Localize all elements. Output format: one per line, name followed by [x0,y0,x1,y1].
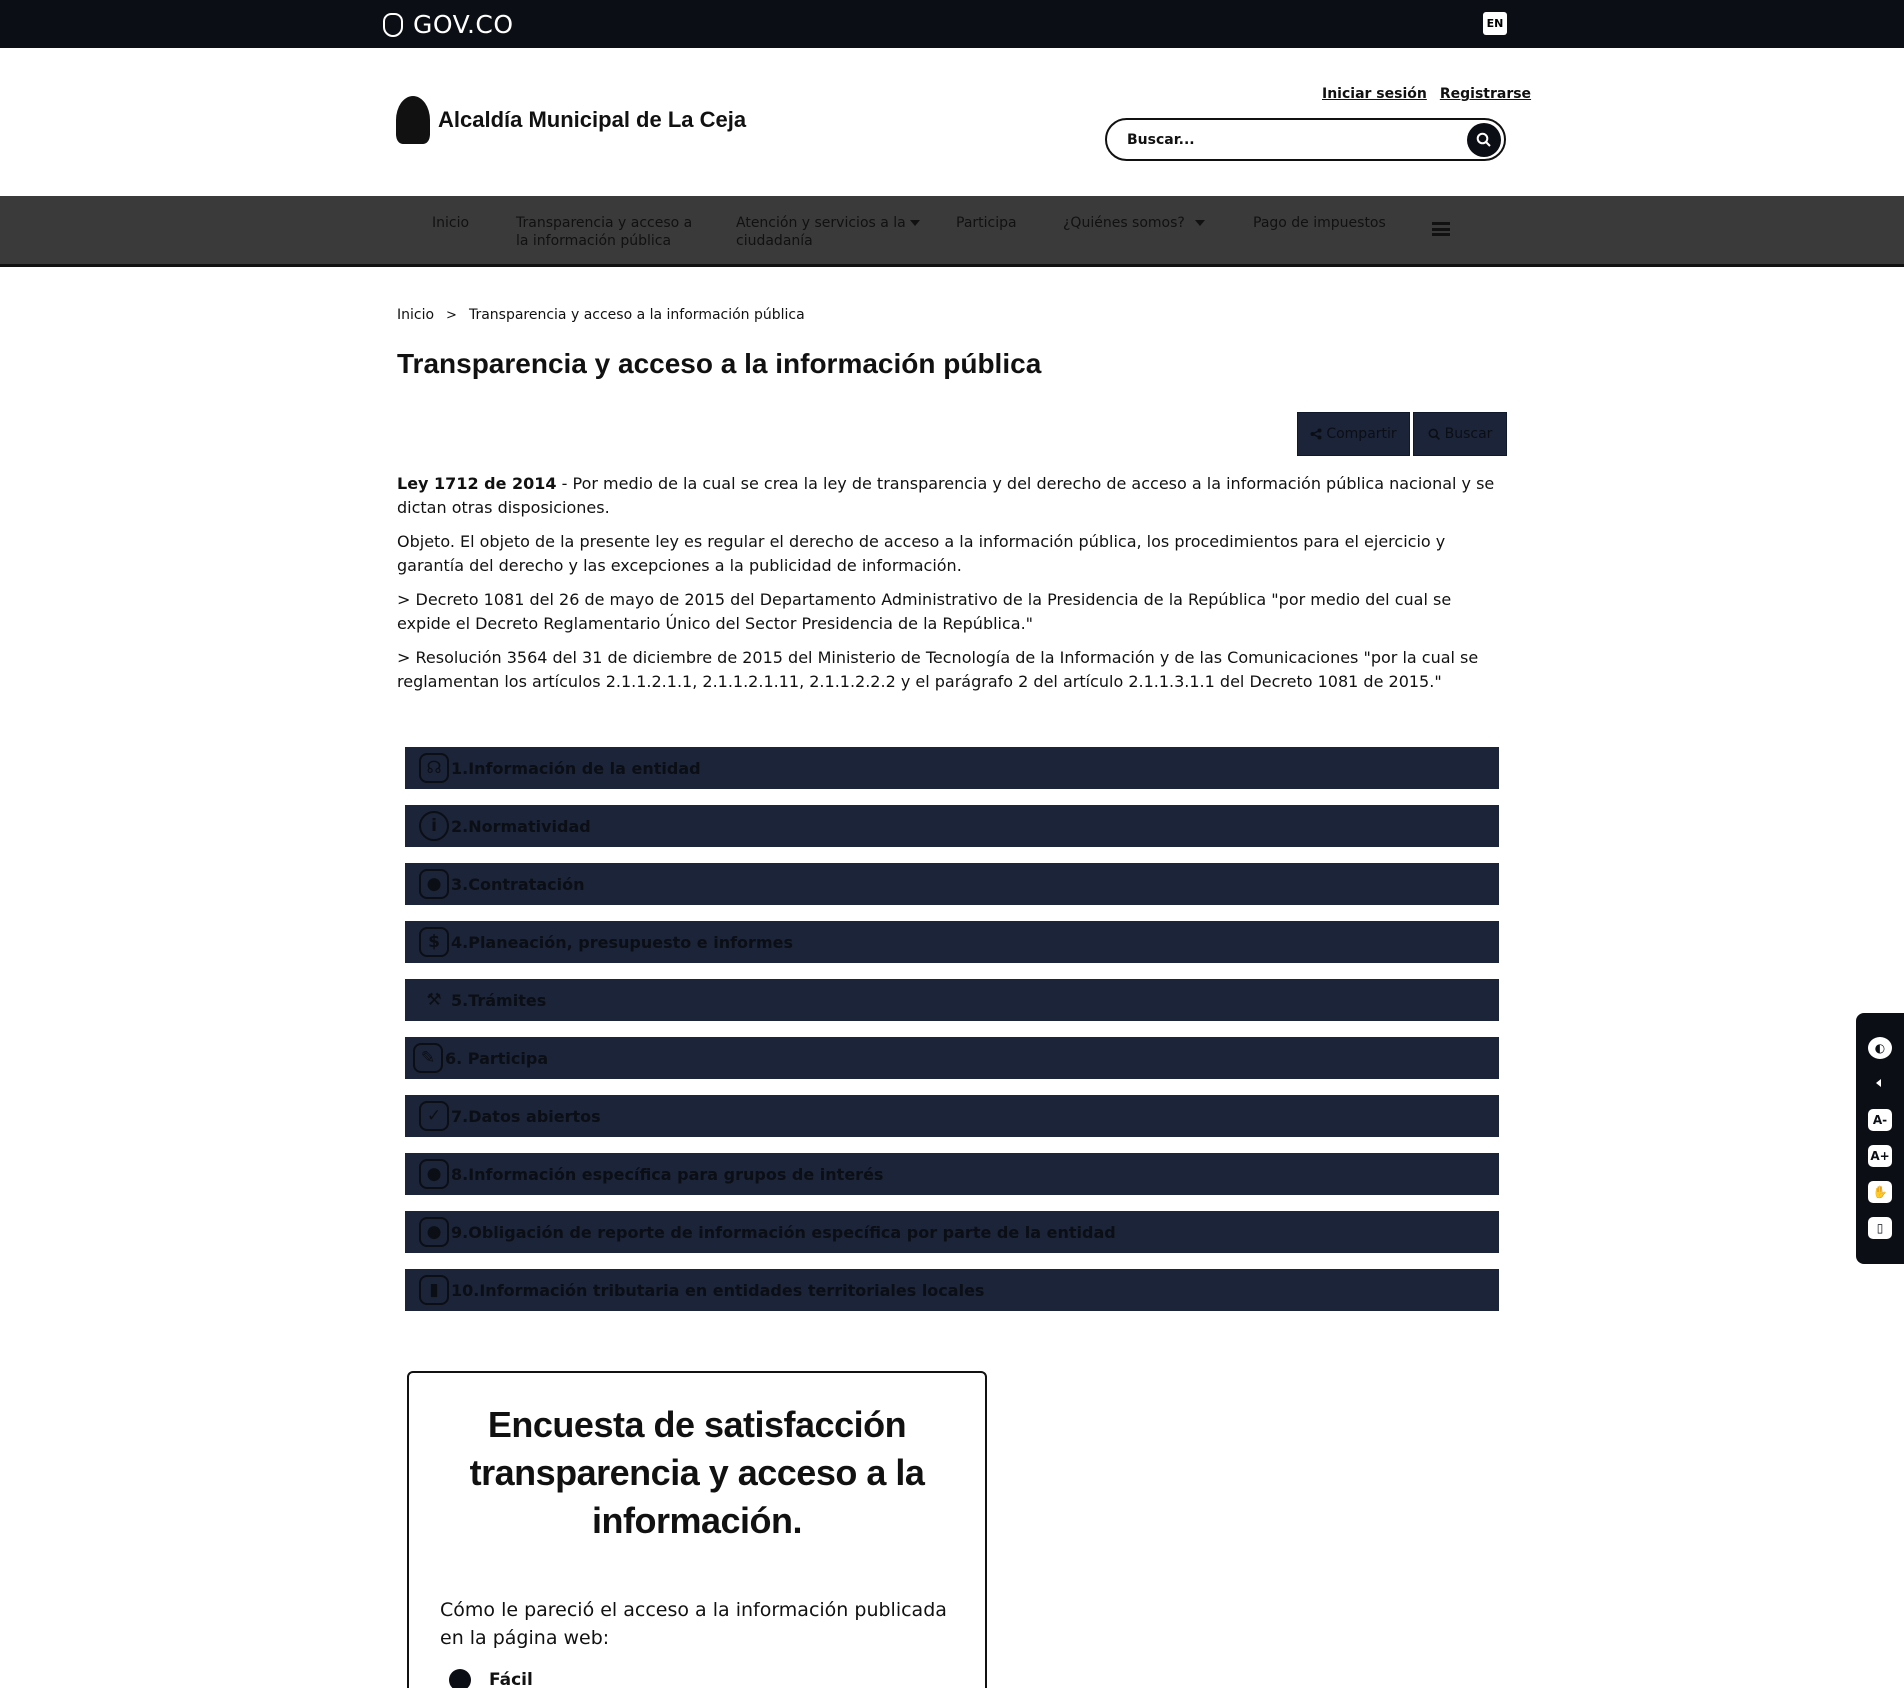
nav-item-transparencia[interactable]: Transparencia y acceso a la información … [516,214,696,250]
gavel-icon: ⚒ [426,990,442,1010]
nav-label: Inicio [432,215,470,231]
accordion-label: 10.Información tributaria en entidades t… [451,1280,985,1300]
nav-label: Pago de impuestos [1253,215,1386,231]
user-icon: ● [419,869,449,899]
relevo-icon[interactable]: ▯ [1868,1217,1892,1239]
decree-paragraph[interactable]: > Decreto 1081 del 26 de mayo de 2015 de… [397,588,1507,636]
govco-label: GOV.CO [413,10,514,39]
accordion-item[interactable]: ✓ 7.Datos abiertos [405,1095,1499,1137]
accordion-label: 6. Participa [445,1048,549,1068]
survey-option-facil[interactable]: Fácil [449,1669,533,1688]
headset-icon: ☊ [419,753,449,783]
site-header: Alcaldía Municipal de La Ceja Iniciar se… [0,48,1904,196]
share-icon [1310,428,1322,440]
auth-links: Iniciar sesión Registrarse [1322,86,1531,102]
accordion-label: 8.Información específica para grupos de … [451,1164,884,1184]
accordion-item[interactable]: ☊ 1.Información de la entidad [405,747,1499,789]
user-icon: ● [419,1159,449,1189]
search-icon [1428,428,1440,440]
page-search-label: Buscar [1444,426,1493,442]
document-icon: ▮ [419,1275,449,1305]
nav-item-quienes-somos[interactable]: ¿Quiénes somos? [1063,214,1205,232]
nav-label: Participa [956,215,1017,231]
breadcrumb-home[interactable]: Inicio [397,307,434,323]
resolution-paragraph[interactable]: > Resolución 3564 del 31 de diciembre de… [397,646,1507,694]
chevron-right-icon: > [446,307,457,323]
nav-label: Transparencia y acceso a la información … [516,215,693,249]
search-input[interactable] [1127,128,1457,152]
page-title: Transparencia y acceso a la información … [397,348,1042,379]
accessibility-toolbar: ◐ A- A+ ✋ ▯ [1856,1013,1904,1264]
page-search-button[interactable]: Buscar [1413,412,1507,456]
govco-logo[interactable]: GOV.CO [383,10,514,39]
accordion-label: 5.Trámites [451,990,547,1010]
nav-label: ¿Quiénes somos? [1063,215,1185,231]
nav-item-inicio[interactable]: Inicio [432,214,469,232]
accordion-item[interactable]: $ 4.Planeación, presupuesto e informes [405,921,1499,963]
accordion-label: 7.Datos abiertos [451,1106,601,1126]
language-toggle-button[interactable]: EN [1483,12,1507,35]
radio-button[interactable] [449,1669,471,1688]
pencil-icon: ✎ [413,1043,443,1073]
accordion-label: 4.Planeación, presupuesto e informes [451,932,793,952]
dollar-icon: $ [419,927,449,957]
search-button[interactable] [1467,123,1501,157]
user-icon: ● [419,1217,449,1247]
decrease-font-icon[interactable]: A- [1868,1109,1892,1131]
login-link[interactable]: Iniciar sesión [1322,86,1427,102]
colombia-crest-icon [383,12,403,37]
objective-paragraph: Objeto. El objeto de la presente ley es … [397,532,1446,575]
menu-icon[interactable] [1432,222,1450,236]
accordion-item[interactable]: ✎ 6. Participa [405,1037,1499,1079]
share-label: Compartir [1326,426,1397,442]
site-search [1105,118,1506,161]
gov-bar: GOV.CO EN [0,0,1904,48]
sign-language-icon[interactable]: ✋ [1868,1181,1892,1203]
contrast-icon[interactable]: ◐ [1868,1037,1892,1059]
accordion-item[interactable]: ● 9.Obligación de reporte de información… [405,1211,1499,1253]
survey-title: Encuesta de satisfacción transparencia y… [469,1404,925,1541]
survey-question: Cómo le pareció el acceso a la informaci… [440,1599,947,1649]
accordion-item[interactable]: ● 8.Información específica para grupos d… [405,1153,1499,1195]
nav-item-pago-impuestos[interactable]: Pago de impuestos [1253,214,1386,232]
law-title[interactable]: Ley 1712 de 2014 [397,474,557,493]
check-icon: ✓ [419,1101,449,1131]
site-logo[interactable]: Alcaldía Municipal de La Ceja [396,96,746,144]
main-nav: Inicio Transparencia y acceso a la infor… [0,196,1904,267]
register-link[interactable]: Registrarse [1440,86,1531,102]
accordion-item[interactable]: i 2.Normatividad [405,805,1499,847]
nav-item-participa[interactable]: Participa [956,214,1017,232]
collapse-arrow-icon[interactable] [1876,1079,1881,1087]
search-icon [1476,132,1491,147]
breadcrumb: Inicio > Transparencia y acceso a la inf… [397,307,805,323]
chevron-down-icon [1194,220,1205,226]
law-text: - Por medio de la cual se crea la ley de… [397,474,1495,517]
chevron-down-icon [910,220,920,226]
law-paragraph: Ley 1712 de 2014 - Por medio de la cual … [397,472,1507,520]
accordion-label: 3.Contratación [451,874,585,894]
accordion-label: 9.Obligación de reporte de información e… [451,1222,1116,1242]
site-name: Alcaldía Municipal de La Ceja [438,107,747,132]
survey-option-label: Fácil [489,1670,533,1688]
accordion-item[interactable]: ● 3.Contratación [405,863,1499,905]
nav-label: Atención y servicios a la ciudadanía [736,215,906,249]
accordion-label: 1.Información de la entidad [451,758,701,778]
info-icon: i [419,811,449,841]
breadcrumb-current: Transparencia y acceso a la información … [468,307,805,323]
accordion-label: 2.Normatividad [451,816,591,836]
increase-font-icon[interactable]: A+ [1868,1145,1892,1167]
intro-text: Ley 1712 de 2014 - Por medio de la cual … [397,472,1507,704]
satisfaction-survey: Encuesta de satisfacción transparencia y… [407,1371,987,1688]
share-button[interactable]: Compartir [1297,412,1410,456]
accordion-item[interactable]: ▮ 10.Información tributaria en entidades… [405,1269,1499,1311]
nav-item-atencion[interactable]: Atención y servicios a la ciudadanía [736,214,926,250]
accordion-item[interactable]: ⚒ 5.Trámites [405,979,1499,1021]
municipality-shield-icon [396,96,430,144]
